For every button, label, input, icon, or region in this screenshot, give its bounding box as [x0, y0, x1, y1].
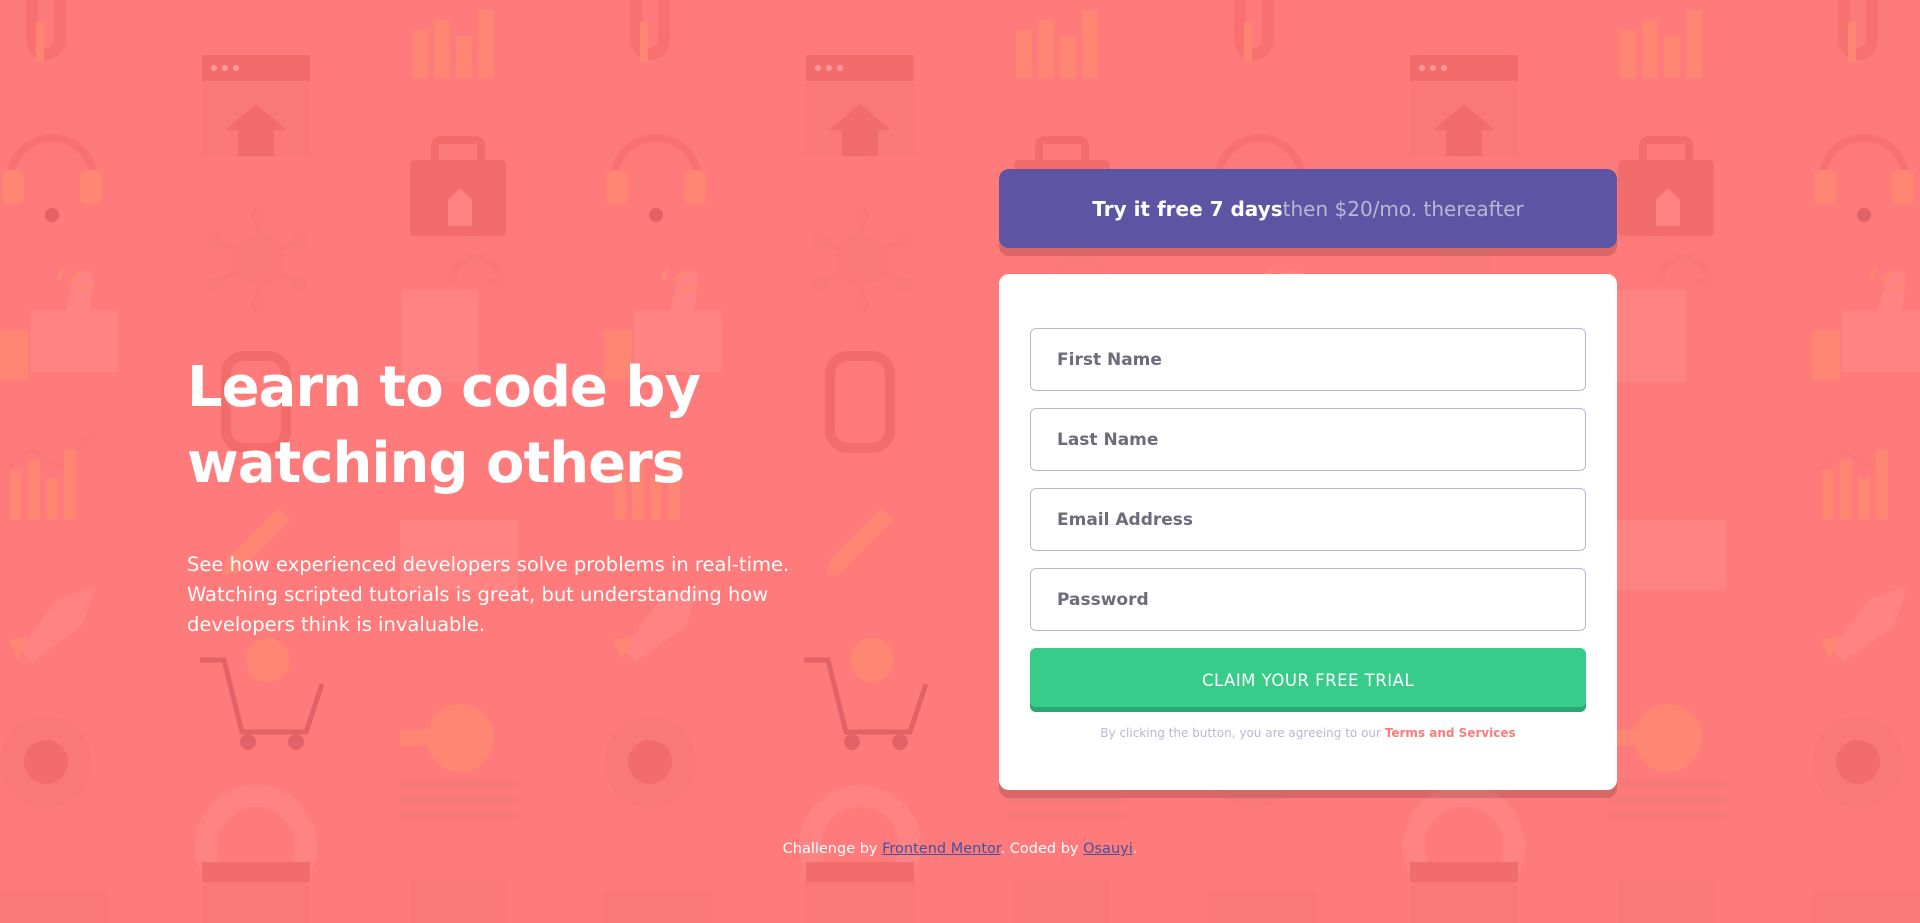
- terms-text: By clicking the button, you are agreeing…: [1100, 726, 1381, 740]
- hero-description-line-3: developers think is invaluable.: [187, 613, 486, 636]
- email-input[interactable]: [1030, 488, 1586, 551]
- terms-notice: By clicking the button, you are agreeing…: [1030, 726, 1586, 740]
- attribution-challenge-text: Challenge by: [782, 841, 878, 857]
- attribution-end: .: [1132, 841, 1138, 857]
- hero-title-line-1: Learn to code by: [187, 355, 701, 420]
- hero-title-line-2: watching others: [187, 431, 685, 496]
- attribution-coded-by-text: . Coded by: [1000, 841, 1079, 857]
- hero-title: Learn to code by watching others: [187, 350, 827, 502]
- promo-rest-text: then $20/mo. thereafter: [1282, 196, 1524, 221]
- attribution: Challenge by Frontend Mentor. Coded by O…: [0, 841, 1920, 857]
- author-link[interactable]: Osauyi: [1083, 841, 1133, 857]
- frontend-mentor-link[interactable]: Frontend Mentor: [882, 841, 1000, 857]
- first-name-input[interactable]: [1030, 328, 1586, 391]
- hero-description: See how experienced developers solve pro…: [187, 550, 807, 640]
- hero-description-line-1: See how experienced developers solve pro…: [187, 553, 790, 576]
- claim-trial-button[interactable]: CLAIM YOUR FREE TRIAL: [1030, 648, 1586, 712]
- terms-link[interactable]: Terms and Services: [1385, 726, 1516, 740]
- promo-strong-text: Try it free 7 days: [1092, 196, 1283, 221]
- password-input[interactable]: [1030, 568, 1586, 631]
- signup-form: CLAIM YOUR FREE TRIAL By clicking the bu…: [999, 274, 1617, 790]
- promo-banner: Try it free 7 days then $20/mo. thereaft…: [999, 169, 1617, 248]
- last-name-input[interactable]: [1030, 408, 1586, 471]
- hero-description-line-2: Watching scripted tutorials is great, bu…: [187, 583, 769, 606]
- page: { "colors": { "background": "#ff7a7a", "…: [0, 0, 1920, 923]
- hero-section: Learn to code by watching others See how…: [187, 350, 827, 640]
